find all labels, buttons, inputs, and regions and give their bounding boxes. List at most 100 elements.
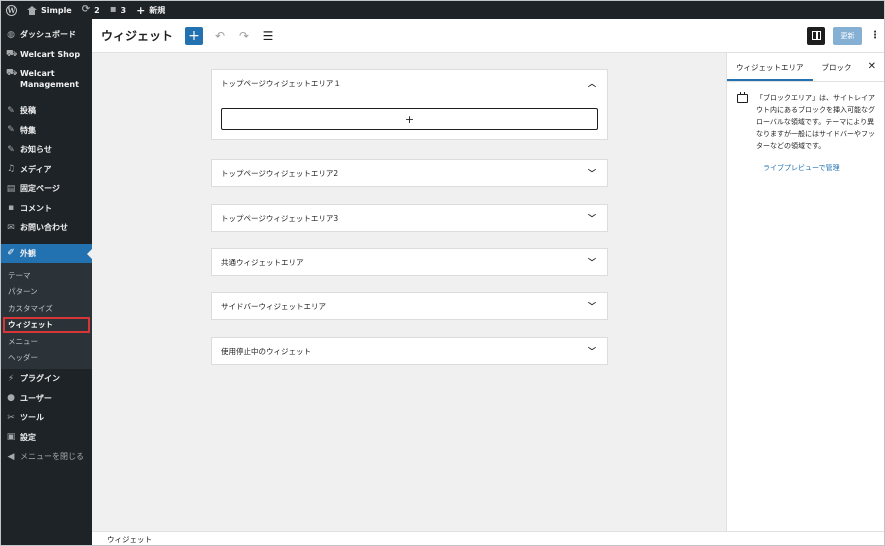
widget-area-5[interactable]: 使用停止中のウィジェット ﹀ [211,337,608,365]
tab-widget-area[interactable]: ウィジェットエリア [727,53,813,81]
page-icon: ▤ [6,183,16,194]
app-window: W Simple ⟳ 2 ▪ 3 + 新規 ◍ ダッシュボード ⛟ Welcart … [0,0,885,546]
widget-area-header[interactable]: トップページウィジェットエリア１ ︿ [212,70,607,96]
home-icon [27,5,37,15]
collapse-icon: ◀ [7,451,15,462]
pin-icon: ✎ [7,105,15,116]
pin-icon: ✎ [7,125,15,136]
menu-label: ユーザー [20,393,52,403]
comment-icon: ▪ [109,4,117,15]
widget-area-0: トップページウィジェットエリア１ ︿ + [211,69,608,140]
submenu-patterns[interactable]: パターン [1,284,92,301]
sidebar-icon [811,31,821,40]
chevron-up-icon[interactable]: ︿ [588,78,596,89]
settings-panel: ウィジェットエリア ブロック ✕ 「ブロックエリア」は、サイトレイアウト内にある… [726,53,884,531]
chevron-down-icon[interactable]: ﹀ [588,168,596,179]
menu-media[interactable]: ♫ メディア [1,160,92,180]
menu-dashboard[interactable]: ◍ ダッシュボード [1,25,92,45]
cart-icon: ⛟ [6,48,18,59]
menu-appearance[interactable]: ✐ 外観 [1,243,92,263]
panel-description: 「ブロックエリア」は、サイトレイアウト内にあるブロックを挿入可能なグローバルな領… [756,94,875,150]
chevron-down-icon[interactable]: ﹀ [588,257,596,268]
menu-welcart-shop[interactable]: ⛟ Welcart Shop [1,45,92,65]
submenu-themes[interactable]: テーマ [1,267,92,284]
comment-icon: ▪ [7,203,15,214]
widget-area-1[interactable]: トップページウィジェットエリア2 ﹀ [211,159,608,187]
menu-collapse[interactable]: ◀ メニューを閉じる [1,447,92,467]
settings-toggle-button[interactable] [807,26,825,45]
editor-footer: ウィジェット [92,531,884,545]
wrench-icon: ✂ [7,412,15,423]
widget-area-header[interactable]: トップページウィジェットエリア2 ﹀ [212,160,607,186]
updates-count: 2 [94,5,100,15]
mail-icon: ✉ [7,222,15,233]
settings-icon: ▣ [6,432,16,443]
menu-posts[interactable]: ✎ 投稿 [1,101,92,121]
updates-link[interactable]: ⟳ 2 [77,1,105,19]
menu-welcart-management[interactable]: ⛟ Welcart Management [1,64,92,96]
menu-label: 外観 [20,248,36,258]
panel-body: 「ブロックエリア」は、サイトレイアウト内にあるブロックを挿入可能なグローバルな領… [727,82,884,152]
block-appender-button[interactable]: + [221,108,598,130]
menu-label: ツール [20,413,44,423]
widget-area-header[interactable]: サイドバーウィジェットエリア ﹀ [212,293,607,319]
menu-label: Welcart Shop [20,49,81,59]
block-area-icon [737,92,748,103]
widget-area-header[interactable]: 共通ウィジェットエリア ﹀ [212,249,607,275]
close-icon[interactable]: ✕ [868,61,876,72]
tab-block[interactable]: ブロック [813,53,861,81]
chevron-down-icon[interactable]: ﹀ [588,213,596,224]
widget-area-header[interactable]: 使用停止中のウィジェット ﹀ [212,338,607,364]
site-name-link[interactable]: Simple [22,1,77,19]
chevron-down-icon[interactable]: ﹀ [588,346,596,357]
chevron-down-icon[interactable]: ﹀ [588,301,596,312]
comments-link[interactable]: ▪ 3 [105,1,131,19]
more-options-icon[interactable]: ⋮ [870,30,880,41]
admin-sidebar: ◍ ダッシュボード ⛟ Welcart Shop ⛟ Welcart Manageme… [1,19,92,545]
widget-area-title: トップページウィジェットエリア１ [221,78,341,88]
submenu-header[interactable]: ヘッダー [1,350,92,367]
submenu-widgets[interactable]: ウィジェット [3,316,90,333]
menu-label: お知らせ [20,145,52,155]
menu-news[interactable]: ✎ お知らせ [1,140,92,160]
widget-area-4[interactable]: サイドバーウィジェットエリア ﹀ [211,292,608,320]
brush-icon: ✐ [7,248,15,259]
menu-pages[interactable]: ▤ 固定ページ [1,179,92,199]
menu-plugins[interactable]: ⚡ プラグイン [1,369,92,389]
menu-label: ダッシュボード [20,30,76,40]
menu-comments[interactable]: ▪ コメント [1,199,92,219]
breadcrumb[interactable]: ウィジェット [107,534,152,545]
menu-tools[interactable]: ✂ ツール [1,408,92,428]
update-button[interactable]: 更新 [833,26,862,45]
widget-area-header[interactable]: トップページウィジェットエリア3 ﹀ [212,205,607,231]
wordpress-icon: W [6,4,17,16]
new-label: 新規 [149,5,166,15]
plugin-icon: ⚡ [7,373,15,384]
redo-icon[interactable]: ↷ [237,29,251,43]
dashboard-icon: ◍ [7,29,15,40]
page-title: ウィジェット [101,29,174,43]
user-icon: ● [7,393,15,404]
wp-logo-link[interactable]: W [1,1,22,19]
menu-contact[interactable]: ✉ お問い合わせ [1,218,92,238]
refresh-icon: ⟳ [81,4,91,15]
menu-label: メディア [20,164,52,174]
menu-label: プラグイン [20,374,60,384]
widget-area-2[interactable]: トップページウィジェットエリア3 ﹀ [211,204,608,232]
menu-users[interactable]: ● ユーザー [1,389,92,409]
undo-icon[interactable]: ↶ [213,29,227,43]
submenu-customize[interactable]: カスタマイズ [1,300,92,317]
new-content-link[interactable]: + 新規 [131,1,170,19]
menu-label: 設定 [20,432,36,442]
menu-label: 投稿 [20,106,36,116]
widget-area-title: 使用停止中のウィジェット [221,346,311,356]
menu-settings[interactable]: ▣ 設定 [1,428,92,448]
widget-area-3[interactable]: 共通ウィジェットエリア ﹀ [211,248,608,276]
live-preview-link[interactable]: ライブプレビューで管理 [763,163,884,173]
site-name: Simple [41,5,72,15]
list-view-icon[interactable]: ☰ [261,29,275,43]
submenu-menus[interactable]: メニュー [1,333,92,350]
add-block-button[interactable]: + [185,26,204,45]
menu-features[interactable]: ✎ 特集 [1,121,92,141]
appearance-submenu: テーマ パターン カスタマイズ ウィジェット メニュー ヘッダー [1,263,92,369]
